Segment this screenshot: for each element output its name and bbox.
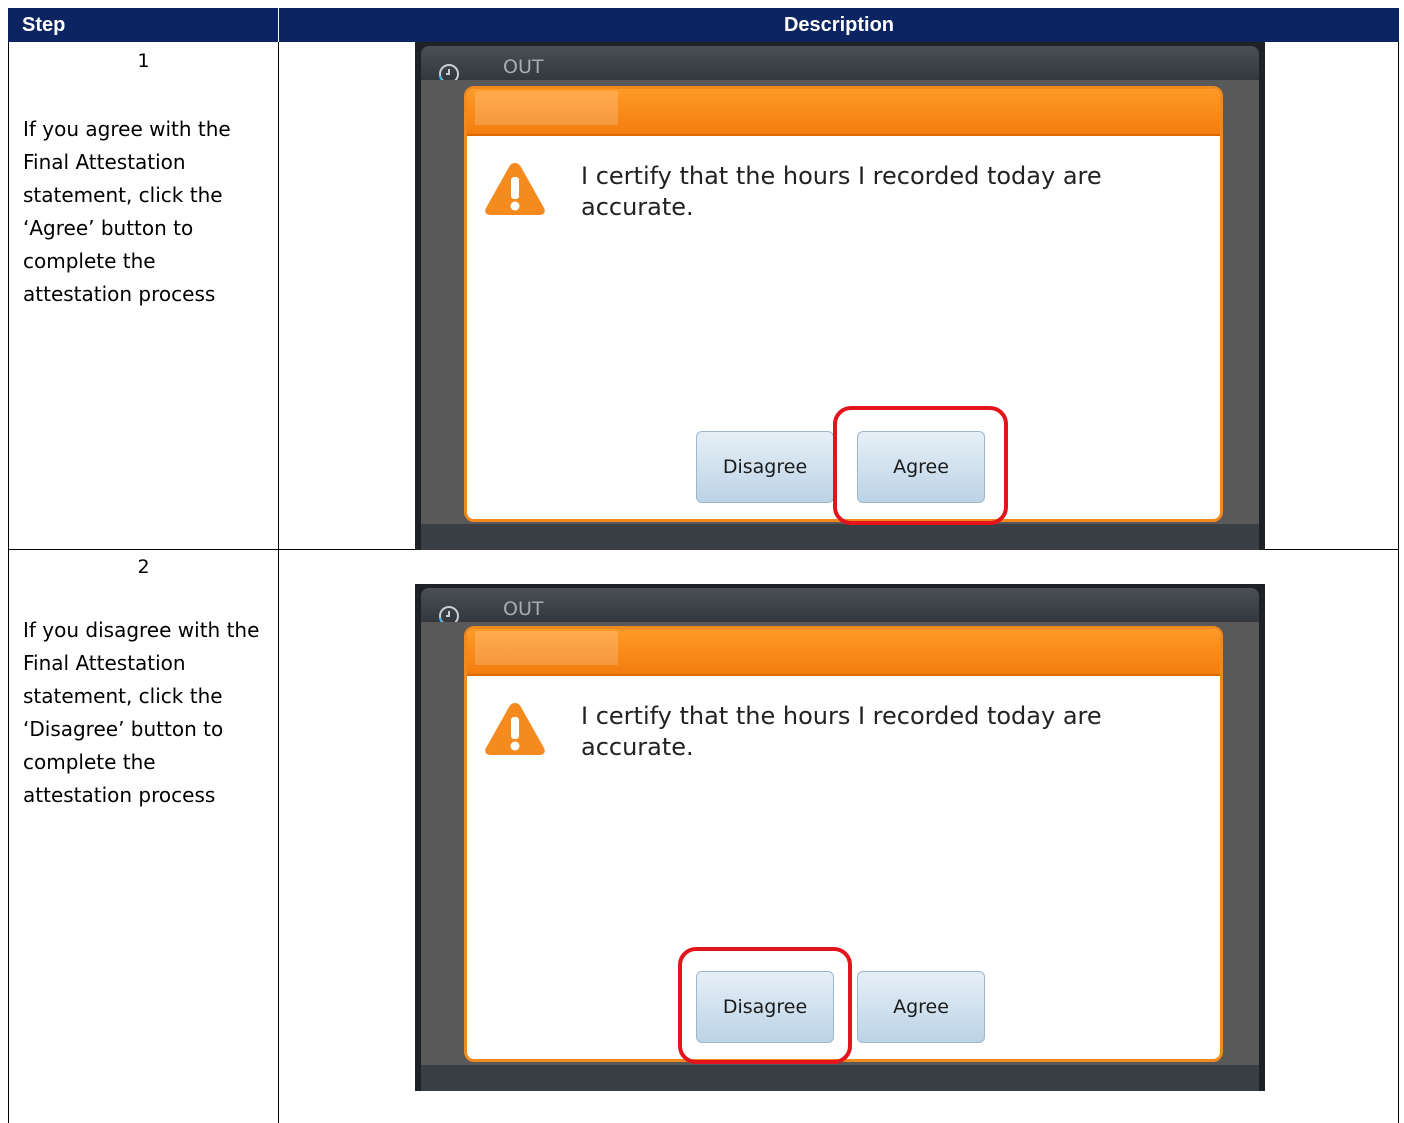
header-step: Step bbox=[22, 14, 66, 36]
header-description: Description bbox=[783, 14, 895, 36]
instruction-table: Step Description 1 If you agree with the… bbox=[0, 0, 1404, 1123]
screen-bottom-bar bbox=[421, 524, 1259, 550]
redacted-title bbox=[475, 91, 618, 125]
agree-button[interactable]: Agree bbox=[857, 971, 985, 1043]
step-instruction: If you agree with the Final Attestation … bbox=[23, 117, 231, 306]
clock-status-label: OUT bbox=[503, 56, 544, 78]
disagree-button[interactable]: Disagree bbox=[696, 431, 834, 503]
disagree-highlight-box bbox=[678, 947, 852, 1064]
warning-icon bbox=[485, 163, 545, 215]
redacted-title bbox=[475, 631, 618, 665]
agree-highlight-box bbox=[833, 406, 1008, 525]
table-column-divider bbox=[278, 42, 279, 1123]
screen-bottom-bar bbox=[421, 1065, 1259, 1091]
table-border-right bbox=[1398, 42, 1399, 1123]
table-header: Step Description bbox=[8, 8, 1399, 42]
dialog-title-bar bbox=[467, 629, 1220, 676]
step-number: 2 bbox=[137, 556, 150, 578]
dialog-title-bar bbox=[467, 89, 1220, 136]
step-number: 1 bbox=[137, 50, 150, 72]
step-instruction: If you disagree with the Final Attestati… bbox=[23, 618, 260, 807]
dialog-message: I certify that the hours I recorded toda… bbox=[581, 702, 1102, 761]
warning-icon bbox=[485, 703, 545, 755]
dialog-message: I certify that the hours I recorded toda… bbox=[581, 162, 1102, 221]
table-border-left bbox=[8, 42, 9, 1123]
clock-status-label: OUT bbox=[503, 598, 544, 620]
